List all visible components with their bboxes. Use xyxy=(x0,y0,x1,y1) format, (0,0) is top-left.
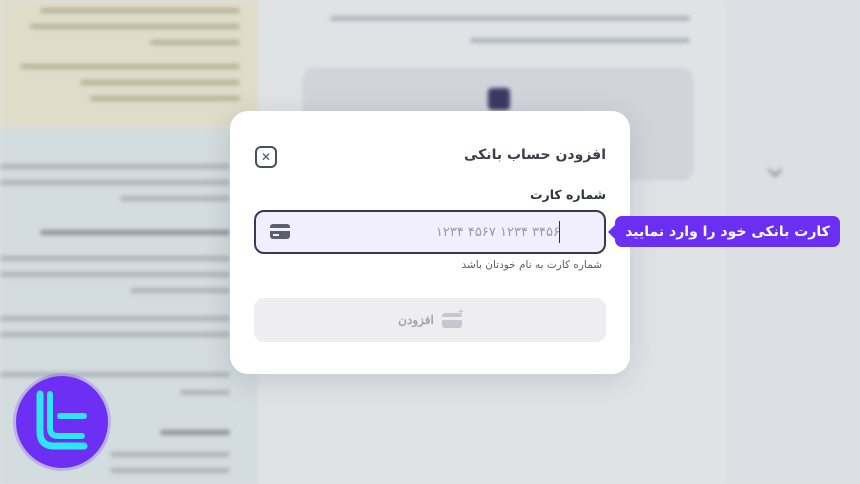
annotation-tag: کارت بانکی خود را وارد نمایید xyxy=(608,216,840,247)
text-caret xyxy=(558,221,560,243)
add-bank-account-modal: افزودن حساب بانکی ✕ شماره کارت شماره کار… xyxy=(230,111,630,374)
add-button-label: افزودن xyxy=(398,313,434,327)
credit-card-icon xyxy=(270,224,290,239)
brand-logo-icon xyxy=(36,390,88,450)
card-number-input[interactable] xyxy=(296,212,560,252)
card-number-field[interactable] xyxy=(254,210,606,254)
close-button[interactable]: ✕ xyxy=(255,146,277,168)
modal-title: افزودن حساب بانکی xyxy=(464,147,606,163)
card-number-helper: شماره کارت به نام خودتان باشد xyxy=(461,259,602,271)
brand-logo xyxy=(16,376,108,468)
add-card-icon xyxy=(441,307,464,328)
close-icon: ✕ xyxy=(260,150,272,164)
card-number-label: شماره کارت xyxy=(529,187,606,202)
add-button[interactable]: افزودن xyxy=(254,298,606,342)
